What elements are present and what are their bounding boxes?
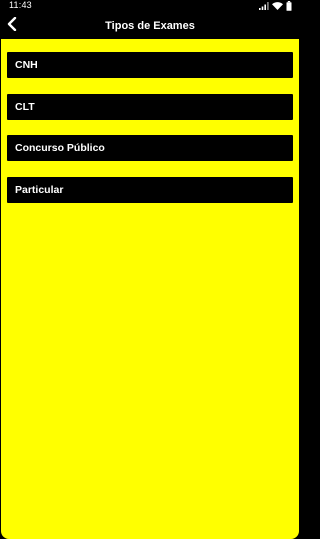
exam-type-particular[interactable]: Particular	[7, 177, 293, 203]
battery-icon	[286, 1, 292, 11]
exam-type-label: CNH	[15, 59, 38, 71]
exam-types-panel: CNH CLT Concurso Público Particular	[1, 39, 299, 539]
exam-type-label: CLT	[15, 101, 35, 113]
exam-type-concurso-publico[interactable]: Concurso Público	[7, 135, 293, 161]
wifi-icon	[272, 2, 283, 10]
status-bar: 11:43	[0, 0, 300, 13]
exam-type-cnh[interactable]: CNH	[7, 52, 293, 78]
signal-icon	[259, 2, 269, 10]
app-bar: Tipos de Exames	[0, 13, 300, 39]
status-time: 11:43	[9, 0, 32, 10]
exam-type-label: Particular	[15, 184, 64, 196]
exam-type-clt[interactable]: CLT	[7, 94, 293, 120]
exam-type-label: Concurso Público	[15, 142, 105, 154]
page-title: Tipos de Exames	[105, 20, 195, 32]
device-screen: 11:43 Tipos de Exames CNH CLT Concurso P…	[0, 0, 300, 539]
status-icons	[259, 1, 292, 11]
